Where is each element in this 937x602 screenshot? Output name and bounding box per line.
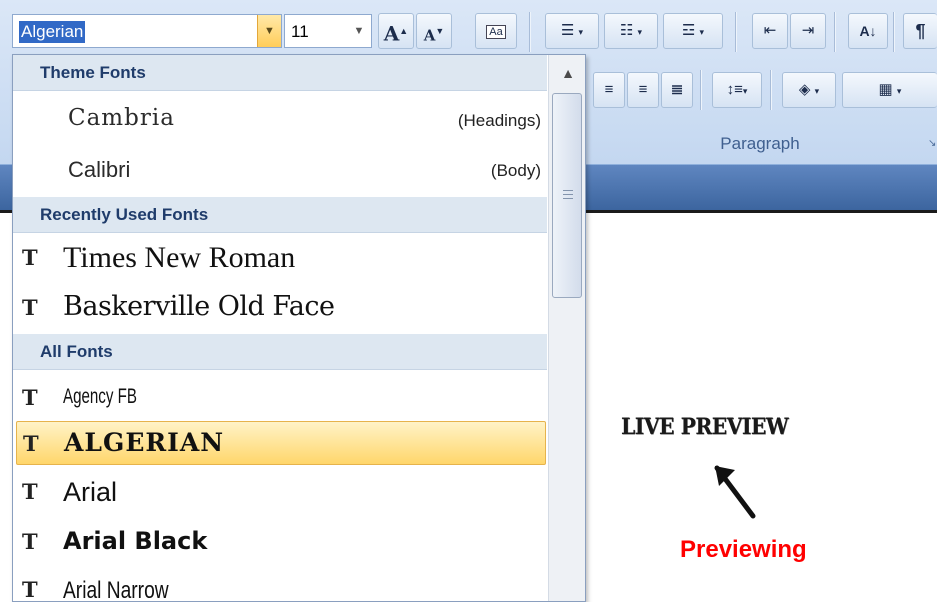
- cursor-arrow-icon: [714, 465, 756, 519]
- truetype-icon: T: [22, 295, 38, 320]
- chevron-up-icon: ▲: [561, 65, 575, 81]
- align-center-button[interactable]: ≡: [593, 72, 625, 108]
- paragraph-group-label: Paragraph: [720, 134, 800, 153]
- font-item-label: Baskerville Old Face: [63, 291, 335, 322]
- font-item-arial-narrow[interactable]: T Arial Narrow: [13, 569, 547, 602]
- scrollbar-thumb[interactable]: [552, 93, 582, 298]
- truetype-icon: T: [22, 245, 38, 270]
- font-item-label: Arial Narrow: [63, 577, 169, 602]
- border-icon: ▦: [878, 81, 893, 98]
- justify-icon: ≣: [670, 81, 684, 98]
- font-size-dropdown-button[interactable]: ▼: [349, 15, 369, 47]
- clear-formatting-button[interactable]: Aa: [475, 13, 517, 49]
- sort-button[interactable]: A↓: [848, 13, 888, 49]
- font-dropdown-list[interactable]: Theme Fonts Cambria (Headings) Calibri (…: [12, 54, 586, 602]
- font-item-label: Cambria: [68, 105, 175, 131]
- decrease-indent-button[interactable]: ⇤: [752, 13, 788, 49]
- bullets-button[interactable]: ☰ ▾: [545, 13, 599, 49]
- font-toolbar-row: Algerian ▼ 11 ▼ A▲ A▼ Aa ☰ ▾ ☷ ▾ ☲ ▾ ⇤ ⇥…: [0, 0, 937, 62]
- paint-bucket-icon: ◈: [798, 81, 811, 98]
- clear-formatting-icon: Aa: [486, 25, 506, 39]
- grip-icon: [563, 190, 573, 199]
- increase-indent-button[interactable]: ⇥: [790, 13, 826, 49]
- font-size-value[interactable]: 11: [291, 22, 309, 42]
- bullet-list-icon: ☰: [560, 22, 575, 39]
- truetype-icon: T: [22, 577, 38, 602]
- multilevel-list-button[interactable]: ☲ ▾: [663, 13, 723, 49]
- grow-font-icon: A: [383, 21, 400, 46]
- pilcrow-icon: ¶: [915, 21, 926, 41]
- grow-font-button[interactable]: A▲: [378, 13, 414, 49]
- font-size-combobox[interactable]: 11 ▼: [284, 14, 372, 48]
- font-item-algerian[interactable]: T ALGERIAN: [16, 421, 546, 465]
- truetype-icon: T: [22, 479, 38, 504]
- scroll-up-button[interactable]: ▲: [549, 55, 585, 91]
- font-item-agency-fb[interactable]: T Agency FB: [13, 373, 547, 421]
- font-item-label: Arial Black: [63, 527, 208, 555]
- align-center-icon: ≡: [604, 81, 614, 98]
- line-spacing-icon: ↕≡: [726, 81, 743, 98]
- justify-button[interactable]: ≣: [661, 72, 693, 108]
- font-item-cambria[interactable]: Cambria (Headings): [13, 91, 547, 141]
- toolbar-separator: [893, 12, 895, 52]
- theme-fonts-header: Theme Fonts: [13, 55, 547, 91]
- toolbar-separator: [770, 70, 772, 110]
- borders-button[interactable]: ▦ ▾: [842, 72, 937, 108]
- font-item-label: ALGERIAN: [64, 428, 225, 457]
- all-fonts-header: All Fonts: [13, 334, 547, 370]
- align-right-icon: ≡: [638, 81, 648, 98]
- font-list-scrollbar[interactable]: ▲: [548, 55, 585, 601]
- previewing-label: Previewing: [680, 536, 807, 563]
- font-item-label: Agency FB: [63, 385, 137, 408]
- shrink-font-button[interactable]: A▼: [416, 13, 452, 49]
- font-item-baskerville-old-face[interactable]: T Baskerville Old Face: [13, 285, 547, 333]
- chevron-down-icon: ▼: [353, 25, 365, 37]
- font-name-combobox[interactable]: Algerian ▼: [12, 14, 282, 48]
- font-item-calibri[interactable]: Calibri (Body): [13, 143, 547, 195]
- numbered-list-icon: ☷: [619, 22, 634, 39]
- dialog-launcher-icon[interactable]: ↘: [928, 138, 937, 150]
- truetype-icon: T: [22, 385, 38, 410]
- chevron-down-icon: ▼: [264, 25, 275, 37]
- font-name-value[interactable]: Algerian: [19, 21, 86, 43]
- align-right-button[interactable]: ≡: [627, 72, 659, 108]
- increase-indent-icon: ⇥: [801, 22, 815, 39]
- toolbar-separator: [700, 70, 702, 110]
- font-item-tag: (Body): [490, 161, 541, 180]
- toolbar-separator: [529, 12, 531, 52]
- decrease-indent-icon: ⇤: [763, 22, 777, 39]
- font-name-dropdown-button[interactable]: ▼: [257, 15, 281, 47]
- shrink-font-icon: A: [423, 26, 436, 45]
- live-preview-text[interactable]: LIVE PREVIEW: [621, 414, 789, 440]
- font-item-label: Arial: [63, 477, 118, 507]
- recent-fonts-header: Recently Used Fonts: [13, 197, 547, 233]
- show-hide-marks-button[interactable]: ¶: [903, 13, 937, 49]
- truetype-icon: T: [22, 529, 38, 554]
- font-item-arial[interactable]: T Arial: [13, 469, 547, 517]
- font-item-times-new-roman[interactable]: T Times New Roman: [13, 235, 547, 283]
- sort-icon: A↓: [859, 23, 877, 39]
- toolbar-separator: [834, 12, 836, 52]
- font-item-label: Calibri: [68, 157, 131, 182]
- font-item-arial-black[interactable]: T Arial Black: [13, 519, 547, 567]
- font-item-tag: (Headings): [457, 111, 541, 130]
- numbering-button[interactable]: ☷ ▾: [604, 13, 658, 49]
- multilevel-list-icon: ☲: [681, 22, 696, 39]
- truetype-icon: T: [23, 431, 39, 456]
- shading-button[interactable]: ◈ ▾: [782, 72, 836, 108]
- line-spacing-button[interactable]: ↕≡▾: [712, 72, 762, 108]
- font-item-label: Times New Roman: [63, 241, 296, 274]
- toolbar-separator: [735, 12, 737, 52]
